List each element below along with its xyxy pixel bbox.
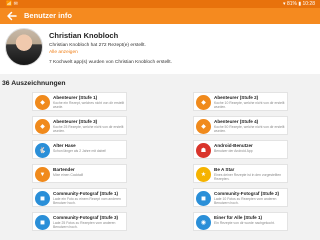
mountain-icon: ◆ [35, 119, 50, 134]
award-description: Schon länger als 2 Jahre mit dabei! [53, 149, 107, 153]
award-title: Abenteurer (Stufe 3) [53, 119, 98, 124]
recipe-count-text: Christian Knobloch hat 272 Rezept(e) ers… [49, 43, 146, 48]
award-title: Bartender [53, 167, 75, 172]
profile-name: Christian Knobloch [49, 31, 119, 40]
camera-icon: ◼ [35, 191, 50, 206]
award-title: Community-Fotograf (Stufe 2) [214, 191, 280, 196]
award-title: Abenteurer (Stufe 2) [214, 95, 259, 100]
back-arrow-icon[interactable] [6, 10, 18, 22]
awards-heading: 36 Auszeichnungen [2, 80, 66, 87]
rabbit-icon: 🐇 [35, 143, 50, 158]
award-description: Ein Rezepte von dir wurde nachgekocht. [214, 221, 275, 225]
android-icon: ☗ [196, 143, 211, 158]
star-icon: ★ [196, 167, 211, 182]
award-card[interactable]: ☗ Android-Benutzer Benutzer der Android Ap… [193, 140, 288, 159]
award-description: Lade 10 Fotos zu Rezepten vom anderen Be… [214, 197, 277, 205]
award-title: Community-Fotograf (Stufe 3) [53, 215, 119, 220]
award-title: Android-Benutzer [214, 143, 253, 148]
award-card[interactable]: ★ Be A Star Eines deiner Rezepte ist in de… [193, 164, 288, 183]
avatar [5, 28, 43, 66]
people-icon: ◉ [196, 215, 211, 230]
profile-card: Christian Knobloch Christian Knobloch ha… [0, 24, 320, 74]
award-card[interactable]: ◉ Einer für Alle (Stufe 1) Ein Rezepte von… [193, 212, 288, 231]
award-title: Abenteurer (Stufe 1) [53, 95, 98, 100]
award-card[interactable]: ◼ Community-Fotograf (Stufe 3) Lade 25 Fot… [32, 212, 127, 231]
award-card[interactable]: ◼ Community-Fotograf (Stufe 1) Lade ein Fo… [32, 188, 127, 207]
award-title: Einer für Alle (Stufe 1) [214, 215, 263, 220]
award-card[interactable]: ◆ Abenteurer (Stufe 3) Koche 25 Rezepte, w… [32, 116, 127, 135]
award-title: Community-Fotograf (Stufe 1) [53, 191, 119, 196]
mountain-icon: ◆ [196, 119, 211, 134]
app-bar: Benutzer info [0, 8, 320, 24]
award-description: Eines deiner Rezepte ist in den vorgeste… [214, 173, 282, 181]
apps-text: 7 Kochwelt app(s) wurden von Christian K… [49, 60, 172, 65]
award-title: Alter Hase [53, 143, 76, 148]
camera-icon: ◼ [35, 215, 50, 230]
cocktail-icon: ▼ [35, 167, 50, 182]
mountain-icon: ◆ [35, 95, 50, 110]
award-description: Mixe einen Cocktail! [53, 173, 84, 177]
status-left: 📶 ✉ [6, 1, 18, 7]
award-title: Be A Star [214, 167, 235, 172]
award-description: Koche 10 Rezepte, welche nicht von dir e… [214, 101, 285, 109]
award-card[interactable]: ◼ Community-Fotograf (Stufe 2) Lade 10 Fot… [193, 188, 288, 207]
mountain-icon: ◆ [196, 95, 211, 110]
award-card[interactable]: ▼ Bartender Mixe einen Cocktail! [32, 164, 127, 183]
award-card[interactable]: ◆ Abenteurer (Stufe 2) Koche 10 Rezepte, w… [193, 92, 288, 111]
page-title: Benutzer info [24, 11, 72, 20]
status-bar: 📶 ✉ ▾ 81% ▮ 10:28 [0, 0, 320, 8]
award-card[interactable]: ◆ Abenteurer (Stufe 1) Koche ein Rezept, w… [32, 92, 127, 111]
bottom-strip [305, 231, 317, 239]
award-description: Koche 25 Rezepte, welche nicht von dir e… [53, 125, 124, 133]
award-card[interactable]: ◆ Abenteurer (Stufe 4) Koche 50 Rezepte, w… [193, 116, 288, 135]
camera-icon: ◼ [196, 191, 211, 206]
award-description: Lade 25 Fotos zu Rezepten vom anderen Be… [53, 221, 116, 229]
award-card[interactable]: 🐇 Alter Hase Schon länger als 2 Jahre mit … [32, 140, 127, 159]
award-description: Benutzer der Android App [214, 149, 253, 153]
status-right: ▾ 81% ▮ 10:28 [283, 1, 315, 7]
show-all-link[interactable]: Alle anzeigen [49, 50, 78, 55]
award-description: Koche ein Rezept, welches nicht von dir … [53, 101, 125, 109]
award-description: Koche 50 Rezepte, welche nicht von dir e… [214, 125, 285, 133]
award-title: Abenteurer (Stufe 4) [214, 119, 259, 124]
award-description: Lade ein Foto zu einem Rezept vom andere… [53, 197, 121, 205]
